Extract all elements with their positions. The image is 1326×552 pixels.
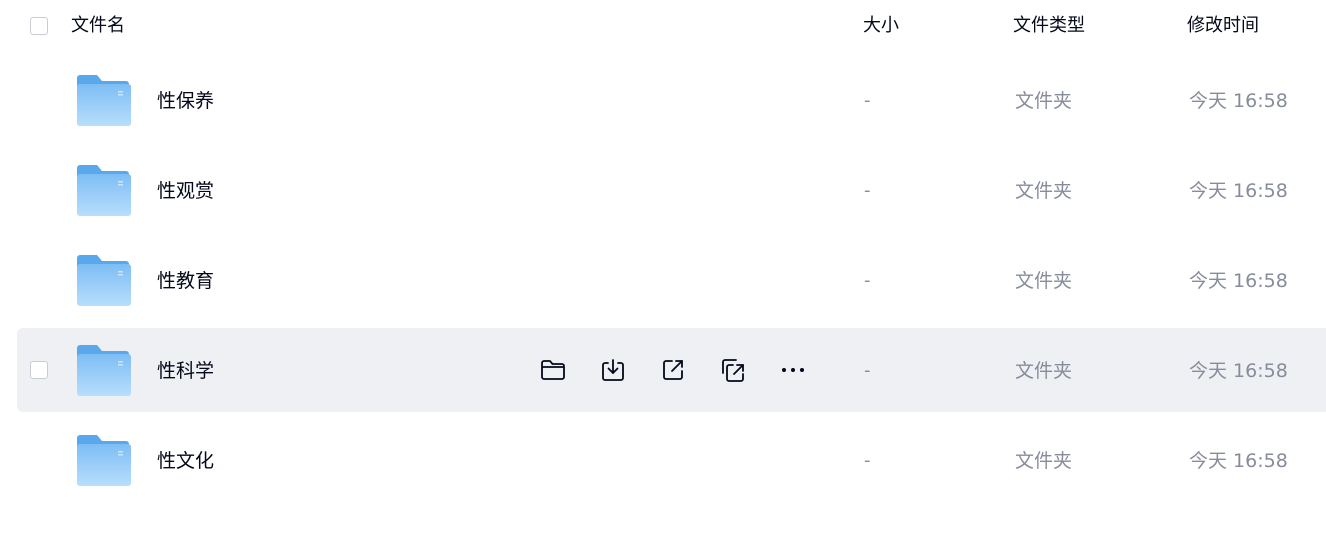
file-size: - bbox=[864, 270, 871, 291]
more-icon[interactable] bbox=[777, 354, 809, 386]
file-name[interactable]: 性保养 bbox=[157, 88, 214, 114]
file-row[interactable]: 性文化 - 文件夹 今天 16:58 bbox=[17, 418, 1326, 502]
row-checkbox[interactable] bbox=[30, 361, 48, 379]
file-modified: 今天 16:58 bbox=[1189, 450, 1288, 472]
file-size: - bbox=[864, 180, 871, 201]
column-header-name[interactable]: 文件名 bbox=[71, 14, 125, 38]
file-name[interactable]: 性文化 bbox=[157, 448, 214, 474]
folder-icon bbox=[77, 165, 131, 216]
file-type: 文件夹 bbox=[1015, 180, 1073, 202]
folder-icon bbox=[77, 345, 131, 396]
file-row-hovered[interactable]: 性科学 - 文件夹 今天 16:58 bbox=[17, 328, 1326, 412]
file-type: 文件夹 bbox=[1015, 270, 1073, 292]
file-row[interactable]: 性教育 - 文件夹 今天 16:58 bbox=[17, 238, 1326, 322]
file-name[interactable]: 性科学 bbox=[157, 358, 214, 384]
file-size: - bbox=[864, 450, 871, 471]
folder-icon bbox=[77, 435, 131, 486]
column-header-modified[interactable]: 修改时间 bbox=[1187, 14, 1259, 38]
file-type: 文件夹 bbox=[1015, 360, 1073, 382]
file-modified: 今天 16:58 bbox=[1189, 180, 1288, 202]
share-icon[interactable] bbox=[657, 354, 689, 386]
file-name[interactable]: 性教育 bbox=[157, 268, 214, 294]
folder-icon bbox=[77, 75, 131, 126]
file-modified: 今天 16:58 bbox=[1189, 270, 1288, 292]
file-type: 文件夹 bbox=[1015, 90, 1073, 112]
file-type: 文件夹 bbox=[1015, 450, 1073, 472]
file-size: - bbox=[864, 360, 871, 381]
download-icon[interactable] bbox=[597, 354, 629, 386]
file-row[interactable]: 性保养 - 文件夹 今天 16:58 bbox=[17, 58, 1326, 142]
file-modified: 今天 16:58 bbox=[1189, 90, 1288, 112]
column-header-size[interactable]: 大小 bbox=[863, 14, 899, 38]
file-name[interactable]: 性观赏 bbox=[157, 178, 214, 204]
file-modified: 今天 16:58 bbox=[1189, 360, 1288, 382]
list-header: 文件名 大小 文件类型 修改时间 bbox=[0, 0, 1326, 54]
open-folder-icon[interactable] bbox=[537, 354, 569, 386]
folder-icon bbox=[77, 255, 131, 306]
column-header-type[interactable]: 文件类型 bbox=[1013, 14, 1085, 38]
file-size: - bbox=[864, 90, 871, 111]
move-copy-icon[interactable] bbox=[717, 354, 749, 386]
select-all-checkbox[interactable] bbox=[30, 17, 48, 35]
file-list: 文件名 大小 文件类型 修改时间 性保养 - 文件夹 今天 16:58 性观赏 … bbox=[0, 0, 1326, 552]
file-row[interactable]: 性观赏 - 文件夹 今天 16:58 bbox=[17, 148, 1326, 232]
